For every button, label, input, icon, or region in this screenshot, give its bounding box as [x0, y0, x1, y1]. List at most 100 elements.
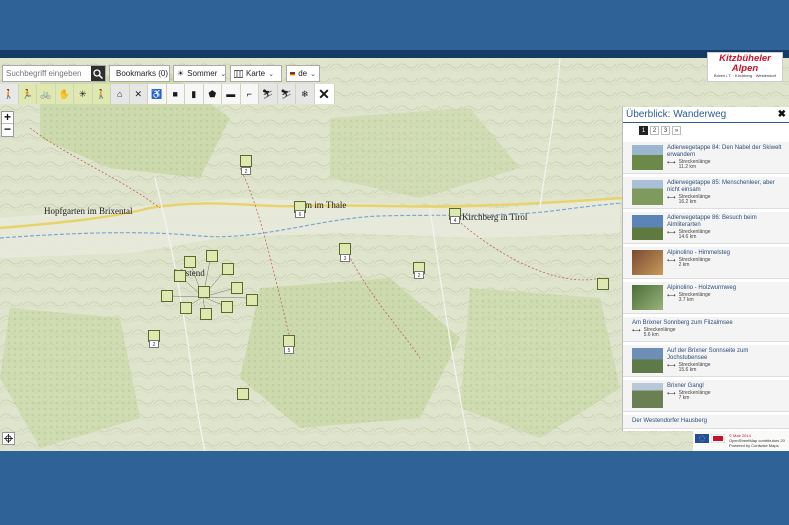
document-icon[interactable]: ▮	[185, 84, 204, 104]
skiing-icon[interactable]: ⛷	[259, 84, 278, 104]
search-icon	[93, 68, 103, 79]
bookmarks-button[interactable]: Bookmarks (0)	[109, 65, 170, 82]
hiking-marker[interactable]	[161, 290, 173, 302]
hiking-person-icon[interactable]: 🚶	[0, 84, 19, 104]
route-length-icon: ⟷	[667, 363, 676, 369]
search-button[interactable]	[91, 66, 105, 81]
hiking-marker[interactable]	[180, 302, 192, 314]
tools-icon[interactable]: ✕	[129, 84, 148, 104]
route-length-icon: ⟷	[667, 293, 676, 299]
result-item[interactable]: Am Brixner Sonnberg zum Filzalmsee ⟷ Stre…	[623, 317, 789, 342]
hiking-marker[interactable]	[221, 301, 233, 313]
hiking-marker[interactable]	[231, 282, 243, 294]
hiking-marker[interactable]	[246, 294, 258, 306]
marker-count: 3	[340, 254, 350, 262]
result-thumbnail	[632, 180, 663, 205]
language-label: de	[298, 69, 308, 78]
cycling-icon[interactable]: 🚲	[37, 84, 56, 104]
sun-icon[interactable]: ✳	[74, 84, 93, 104]
route-length-icon: ⟷	[667, 258, 676, 264]
category-filter-bar: 🚶 🏃 🚲 ✋ ✳ 🚶 ⌂ ✕ ♿ ■ ▮ ⬟ ▬ ⌐ ⛷ ⛷ ❄ ✕	[0, 84, 335, 104]
result-title: Am Brixner Sonnberg zum Filzalmsee	[632, 320, 733, 326]
locate-button[interactable]	[2, 432, 15, 445]
snowflake-icon[interactable]: ❄	[296, 84, 315, 104]
route-length-icon: ⟷	[667, 160, 676, 166]
marker-count: 2	[149, 340, 159, 348]
page-next[interactable]: »	[672, 126, 681, 135]
map-label-kirchberg: Kirchberg in Tirol	[462, 212, 528, 222]
panel-header: Überblick: Wanderweg ✖	[623, 107, 789, 123]
result-item[interactable]: Adlerwegetappe 86: Besuch beim Almlitera…	[623, 212, 789, 244]
result-item[interactable]: Alpinolino - Himmelsteg ⟷ Streckenlänge 2 …	[623, 247, 789, 279]
page-3[interactable]: 3	[661, 126, 670, 135]
search-input[interactable]	[3, 66, 91, 81]
kitzbueheler-alpen-logo[interactable]: Kitzbüheler Alpen Brixen i.T. · Kirchber…	[707, 52, 783, 82]
result-item[interactable]: Auf der Brixner Sonnseite zum Jochstuben…	[623, 345, 789, 377]
result-meta-value: 3.7 km	[678, 297, 694, 303]
page-2[interactable]: 2	[650, 126, 659, 135]
hiking-marker[interactable]	[237, 388, 249, 400]
result-thumbnail	[632, 348, 663, 373]
bus-icon[interactable]: ⌐	[240, 84, 259, 104]
season-label: Sommer	[187, 69, 218, 78]
route-length-icon: ⟷	[632, 328, 641, 334]
map-type-label: Karte	[246, 69, 266, 78]
hut-icon[interactable]: ⌂	[111, 84, 130, 104]
result-title: Adlerwegetappe 85: Menschenleer, aber ni…	[667, 180, 775, 193]
hiking-marker[interactable]	[206, 250, 218, 262]
map-attribution: © Mair 2014 OpenStreetMap contributors 2…	[693, 431, 789, 451]
result-thumbnail	[632, 250, 663, 275]
panel-title: Überblick: Wanderweg	[626, 109, 727, 120]
result-thumbnail	[632, 383, 663, 408]
result-meta-value: 5.6 km	[643, 332, 659, 338]
result-thumbnail	[632, 215, 663, 240]
hiking-marker[interactable]	[174, 270, 186, 282]
route-length-icon: ⟷	[667, 195, 676, 201]
marker-count: 6	[295, 210, 305, 218]
season-dropdown[interactable]: ☀ Sommer ⌄	[173, 65, 226, 82]
climbing-icon[interactable]: ✋	[55, 84, 74, 104]
hiking-marker[interactable]	[597, 278, 609, 290]
map-type-dropdown[interactable]: Karte ⌄	[230, 65, 282, 82]
hiking-marker[interactable]	[198, 286, 210, 298]
house-icon[interactable]: ⬟	[203, 84, 222, 104]
map-app: Hopfgarten im Brixental Kirchberg in Tir…	[0, 58, 789, 451]
result-item[interactable]: Adlerwegetappe 84: Den Nabel der Skiwelt…	[623, 142, 789, 174]
attribution-line-3: Powered by Contwise Maps	[729, 443, 779, 448]
page-1[interactable]: 1	[639, 126, 648, 135]
accessibility-icon[interactable]: ♿	[148, 84, 167, 104]
hiking-marker[interactable]	[200, 308, 212, 320]
zoom-out-button[interactable]: −	[2, 123, 13, 136]
shopping-bag-icon[interactable]: ■	[166, 84, 185, 104]
crosshair-icon	[4, 434, 13, 443]
marker-count: 5	[284, 346, 294, 354]
result-meta-value: 16.2 km	[678, 199, 697, 205]
parking-icon[interactable]: ▬	[222, 84, 241, 104]
result-item[interactable]: Alpinolino - Holzwurmweg ⟷ Streckenlänge 3…	[623, 282, 789, 314]
hiking-marker[interactable]	[222, 263, 234, 275]
result-meta-value: 7 km	[678, 395, 690, 401]
route-length-icon: ⟷	[667, 391, 676, 397]
hiking-marker[interactable]	[184, 256, 196, 268]
result-item[interactable]: Der Westendorfer Hausberg	[623, 415, 789, 429]
cross-country-icon[interactable]: ⛷	[277, 84, 296, 104]
walking-icon[interactable]: 🚶	[92, 84, 111, 104]
result-item[interactable]: Adlerwegetappe 85: Menschenleer, aber ni…	[623, 177, 789, 209]
chevron-down-icon: ⌄	[268, 70, 274, 78]
results-panel: Überblick: Wanderweg ✖ 1 2 3 » Adlerwege…	[622, 107, 789, 431]
result-title: Der Westendorfer Hausberg	[632, 418, 707, 424]
hiking-marker[interactable]	[240, 155, 252, 167]
result-title: Auf der Brixner Sonnseite zum Jochstuben…	[667, 348, 749, 361]
close-icon[interactable]: ✖	[778, 109, 786, 120]
result-item[interactable]: Brixner Gangl ⟷ Streckenlänge 7 km	[623, 380, 789, 412]
route-length-icon: ⟷	[667, 230, 676, 236]
german-flag-icon	[290, 71, 296, 76]
language-dropdown[interactable]: de ⌄	[286, 65, 320, 82]
results-list: Adlerwegetappe 84: Den Nabel der Skiwelt…	[623, 142, 789, 431]
running-icon[interactable]: 🏃	[18, 84, 37, 104]
logo-line-3: Brixen i.T. · Kirchberg · Westendorf	[713, 73, 777, 78]
result-title: Adlerwegetappe 86: Besuch beim Almlitera…	[667, 215, 757, 228]
close-filters-icon[interactable]: ✕	[314, 84, 335, 104]
result-thumbnail	[632, 285, 663, 310]
eu-flag-icon	[695, 434, 709, 443]
